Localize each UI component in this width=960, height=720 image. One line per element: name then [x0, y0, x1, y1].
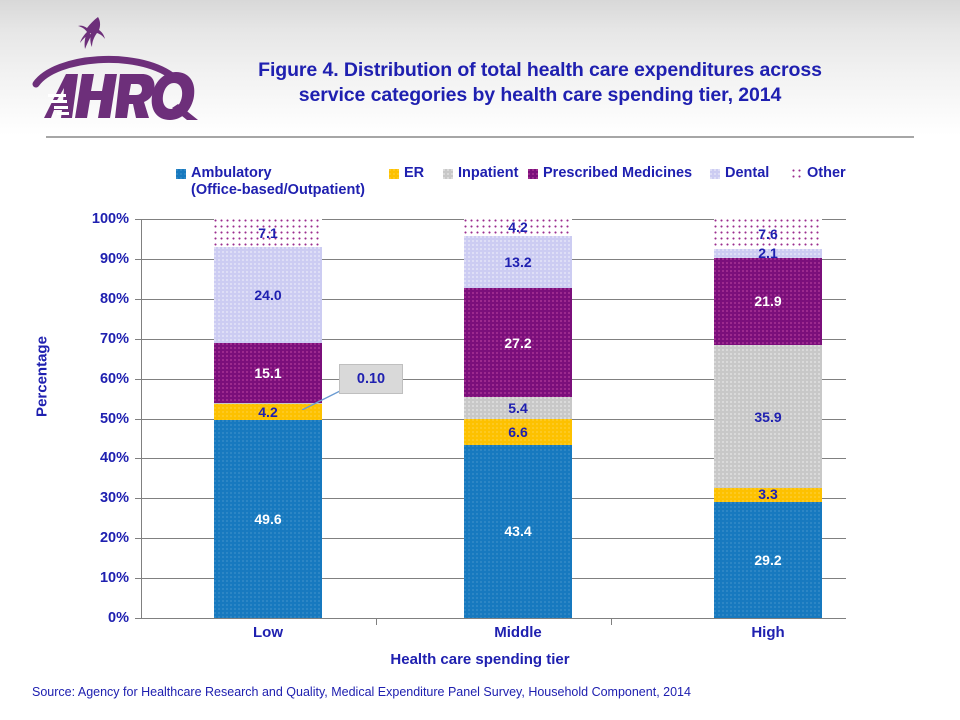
y-axis-tick-label: 50%: [99, 410, 129, 427]
legend-label-dental: Dental: [725, 165, 770, 181]
legend-label-ambulatory: Ambulatory (Office-based/Outpatient): [191, 165, 366, 198]
bar-segment-value-label: 35.9: [754, 408, 782, 425]
header-divider: [46, 136, 914, 138]
bar-segment-dental-high[interactable]: 2.1: [714, 245, 822, 261]
source-note: Source: Agency for Healthcare Research a…: [32, 685, 691, 699]
bar-segment-prescribed-high[interactable]: 21.9: [714, 257, 822, 346]
y-axis-tick: [135, 258, 141, 260]
y-axis-tick-label: 70%: [99, 330, 129, 347]
x-axis-tick: [376, 618, 377, 625]
y-axis-tick: [135, 338, 141, 340]
bar-segment-value-label: 4.2: [258, 403, 278, 420]
bar-segment-other-low[interactable]: 7.1: [214, 218, 322, 247]
legend-swatch-er-icon: [389, 169, 399, 179]
legend-label-er: ER: [404, 165, 425, 181]
y-axis-tick-label: 0%: [108, 610, 129, 626]
legend-item-prescribed-medicines: Prescribed Medicines: [528, 165, 692, 182]
legend-item-er: ER: [389, 165, 424, 182]
x-axis-label-low: Low: [253, 624, 283, 641]
y-axis-tick: [135, 618, 141, 619]
bar-segment-value-label: 49.6: [254, 511, 282, 528]
bar-segment-value-label: 21.9: [754, 293, 782, 310]
y-axis-tick: [135, 418, 141, 420]
y-axis-tick: [135, 378, 141, 380]
callout-inpatient-low: 0.10: [339, 364, 403, 394]
legend-label-inpatient: Inpatient: [458, 165, 519, 181]
x-axis-label-middle: Middle: [494, 624, 542, 641]
legend-item-ambulatory: Ambulatory (Office-based/Outpatient): [176, 165, 365, 199]
bar-segment-value-label: 4.2: [508, 219, 528, 236]
page-title: Figure 4. Distribution of total health c…: [170, 58, 910, 108]
legend-swatch-ambulatory-icon: [176, 169, 186, 179]
x-axis-tick: [611, 618, 612, 625]
bar-segment-value-label: 13.2: [504, 254, 532, 271]
legend-swatch-dental-icon: [710, 169, 720, 179]
legend-item-inpatient: Inpatient: [443, 165, 518, 182]
y-axis-tick: [135, 458, 141, 460]
y-axis-labels: 0% 10% 20% 30% 40% 50% 60% 70% 80% 90% 100%: [67, 212, 129, 626]
legend-swatch-prescribed-medicines-icon: [528, 169, 538, 179]
bar-segment-dental-low[interactable]: 24.0: [214, 246, 322, 343]
bar-segment-value-label: 7.6: [758, 226, 778, 243]
legend-label-other: Other: [807, 165, 846, 181]
title-line-2: service categories by health care spendi…: [298, 84, 782, 106]
y-axis-tick-label: 60%: [99, 370, 129, 387]
bar-segment-ambulatory-low[interactable]: 49.6: [214, 420, 322, 618]
y-axis-tick-label: 30%: [99, 490, 129, 507]
legend-swatch-inpatient-icon: [443, 169, 453, 179]
x-axis-line: [141, 618, 846, 619]
x-axis-label-high: High: [751, 624, 785, 641]
bar-segment-value-label: 3.3: [758, 486, 778, 503]
y-axis-tick: [135, 538, 141, 540]
legend-label-prescribed-medicines: Prescribed Medicines: [543, 165, 693, 181]
bar-segment-value-label: 2.1: [758, 245, 778, 262]
y-axis-title: Percentage: [33, 336, 51, 417]
bar-segment-value-label: 7.1: [258, 224, 278, 241]
bar-segment-inpatient-middle[interactable]: 5.4: [464, 396, 572, 419]
y-axis-tick-label: 10%: [99, 570, 129, 587]
legend-item-dental: Dental: [710, 165, 769, 182]
bar-segment-ambulatory-middle[interactable]: 43.4: [464, 444, 572, 618]
title-line-1: Figure 4. Distribution of total health c…: [258, 59, 822, 81]
bar-segment-value-label: 27.2: [504, 334, 532, 351]
y-axis-tick-label: 90%: [99, 250, 129, 267]
y-axis-tick-label: 20%: [99, 530, 129, 547]
bar-segment-inpatient-high[interactable]: 35.9: [714, 345, 822, 489]
y-axis-tick: [135, 578, 141, 580]
bar-segment-ambulatory-high[interactable]: 29.2: [714, 501, 822, 618]
legend-item-other: Other: [792, 165, 846, 182]
bar-segment-other-middle[interactable]: 4.2: [464, 219, 572, 236]
y-axis-tick-label: 40%: [99, 450, 129, 467]
bar-segment-prescribed-middle[interactable]: 27.2: [464, 288, 572, 397]
y-axis-tick: [135, 219, 141, 220]
y-axis-tick: [135, 498, 141, 500]
y-axis-tick-label: 80%: [99, 290, 129, 307]
bar-segment-value-label: 15.1: [254, 364, 282, 381]
bar-segment-value-label: 43.4: [504, 523, 532, 540]
bar-middle[interactable]: 43.4 6.6 5.4 27.2 13.2 4.2: [464, 219, 572, 618]
x-axis-title: Health care spending tier: [390, 651, 570, 668]
callout-value: 0.10: [356, 371, 386, 387]
y-axis-tick-label: 100%: [91, 211, 129, 227]
bar-segment-value-label: 24.0: [254, 286, 282, 303]
y-axis-tick: [135, 298, 141, 300]
bar-segment-value-label: 6.6: [508, 423, 528, 440]
bar-segment-value-label: 5.4: [508, 399, 528, 416]
bar-low[interactable]: 49.6 4.2 15.1 24.0 7.1: [214, 218, 322, 618]
bar-high[interactable]: 29.2 3.3 35.9 21.9 2.1 7.6: [714, 219, 822, 618]
bar-segment-er-middle[interactable]: 6.6: [464, 418, 572, 445]
bar-segment-value-label: 29.2: [754, 551, 782, 568]
bar-segment-dental-middle[interactable]: 13.2: [464, 235, 572, 289]
chart-legend: Ambulatory (Office-based/Outpatient) ER …: [176, 165, 876, 199]
legend-swatch-other-icon: [792, 169, 802, 179]
bar-segment-er-high[interactable]: 3.3: [714, 486, 822, 503]
plot-area: 49.6 4.2 15.1 24.0 7.1 43.4 6.6 5.4 27.2 13.2 4.2 2…: [141, 218, 846, 619]
